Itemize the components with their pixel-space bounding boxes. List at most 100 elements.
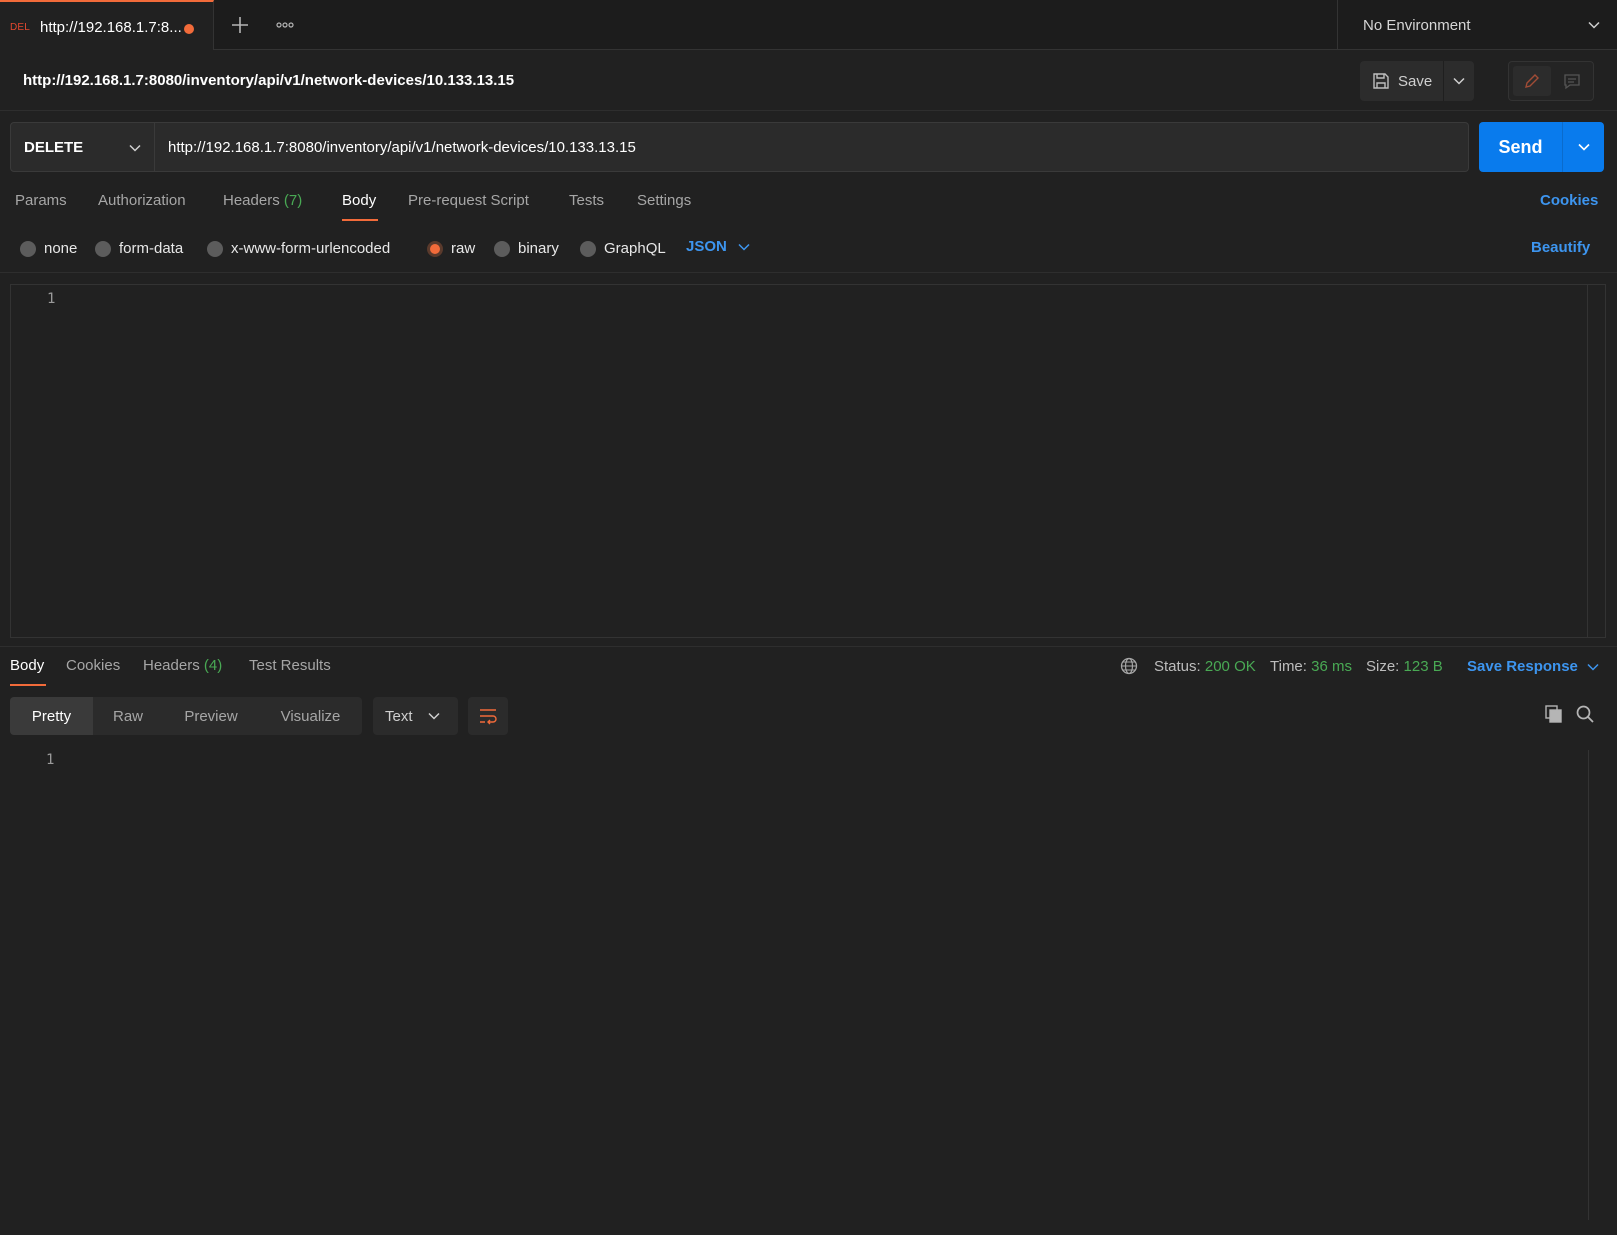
- radio-urlencoded[interactable]: x-www-form-urlencoded: [207, 240, 390, 257]
- cookies-link[interactable]: Cookies: [1540, 192, 1598, 209]
- time-label: Time:: [1270, 658, 1307, 675]
- size-value: 123 B: [1403, 658, 1443, 675]
- radio-label: x-www-form-urlencoded: [231, 240, 391, 257]
- divider: [0, 272, 1617, 273]
- tab-strip: DEL http://192.168.1.7:8... No Environme…: [0, 0, 1617, 50]
- send-button[interactable]: Send: [1479, 122, 1563, 172]
- radio-none[interactable]: none: [20, 240, 77, 257]
- radio-indicator-checked: [427, 240, 443, 257]
- response-format-select[interactable]: Text: [373, 697, 458, 735]
- tab-tests[interactable]: Tests: [569, 192, 604, 209]
- request-body-editor[interactable]: 1: [10, 284, 1606, 638]
- save-label: Save: [1398, 72, 1433, 90]
- more-icon: [276, 22, 294, 28]
- chevron-down-icon: [738, 243, 750, 251]
- chevron-down-icon: [129, 144, 141, 152]
- radio-label: GraphQL: [604, 240, 666, 257]
- save-icon: [1373, 73, 1389, 89]
- comments-button[interactable]: [1553, 66, 1591, 96]
- view-raw-button[interactable]: Raw: [93, 697, 163, 735]
- tab-params[interactable]: Params: [15, 192, 67, 209]
- response-view-modes: Pretty Raw Preview Visualize: [10, 697, 362, 735]
- size-label: Size:: [1366, 658, 1400, 675]
- response-status: Status: 200 OK: [1154, 658, 1256, 675]
- wrap-lines-button[interactable]: [468, 697, 508, 735]
- body-format-select[interactable]: JSON: [686, 238, 751, 255]
- save-button-group: Save: [1360, 61, 1474, 101]
- plus-icon: [232, 17, 248, 33]
- tab-authorization[interactable]: Authorization: [98, 192, 186, 209]
- radio-label: none: [44, 240, 78, 257]
- radio-label: raw: [451, 240, 476, 257]
- tab-title: http://192.168.1.7:8...: [40, 19, 182, 36]
- line-number: 1: [46, 752, 55, 768]
- response-tab-body[interactable]: Body: [10, 657, 44, 674]
- radio-indicator: [20, 240, 36, 257]
- response-tab-headers[interactable]: Headers (4): [143, 657, 222, 674]
- beautify-button[interactable]: Beautify: [1531, 239, 1590, 256]
- edit-button[interactable]: [1513, 66, 1551, 96]
- headers-count: (7): [283, 192, 303, 209]
- status-label: Status:: [1154, 658, 1201, 675]
- tab-pre-request-script[interactable]: Pre-request Script: [408, 192, 529, 209]
- active-tab-indicator: [10, 684, 46, 686]
- tab-headers-label: Headers: [223, 192, 280, 209]
- response-scrollbar[interactable]: [1588, 750, 1606, 1220]
- response-tab-cookies[interactable]: Cookies: [66, 657, 120, 674]
- radio-graphql[interactable]: GraphQL: [580, 240, 666, 257]
- tab-headers[interactable]: Headers (7): [223, 192, 302, 209]
- radio-raw[interactable]: raw: [427, 240, 475, 257]
- save-response-label: Save Response: [1467, 658, 1578, 675]
- method-select[interactable]: DELETE: [10, 122, 155, 172]
- status-value: 200 OK: [1204, 658, 1256, 675]
- radio-label: binary: [518, 240, 559, 257]
- view-preview-button[interactable]: Preview: [163, 697, 259, 735]
- tab-method-badge: DEL: [10, 22, 31, 33]
- chevron-down-icon: [1453, 77, 1465, 85]
- body-format-label: JSON: [686, 238, 727, 255]
- save-button[interactable]: Save: [1360, 61, 1444, 101]
- save-response-button[interactable]: Save Response: [1467, 658, 1600, 675]
- response-time: Time: 36 ms: [1270, 658, 1352, 675]
- chevron-down-icon: [1588, 21, 1600, 29]
- wrap-lines-icon: [480, 709, 497, 725]
- response-body-viewer[interactable]: [10, 745, 1588, 1220]
- environment-label: No Environment: [1363, 17, 1471, 34]
- tab-options-button[interactable]: [274, 14, 296, 36]
- response-size: Size: 123 B: [1366, 658, 1443, 675]
- copy-icon[interactable]: [1544, 704, 1564, 724]
- tab-settings[interactable]: Settings: [637, 192, 691, 209]
- pencil-icon: [1525, 74, 1539, 88]
- environment-select[interactable]: No Environment: [1337, 0, 1617, 50]
- active-tab-indicator: [342, 219, 378, 221]
- response-tab-test-results[interactable]: Test Results: [249, 657, 331, 674]
- view-visualize-button[interactable]: Visualize: [259, 697, 362, 735]
- chevron-down-icon: [427, 712, 440, 720]
- radio-form-data[interactable]: form-data: [95, 240, 183, 257]
- new-tab-button[interactable]: [229, 14, 251, 36]
- radio-indicator: [494, 240, 510, 257]
- send-options-button[interactable]: [1563, 122, 1604, 172]
- view-pretty-button[interactable]: Pretty: [10, 697, 93, 735]
- url-input[interactable]: http://192.168.1.7:8080/inventory/api/v1…: [155, 122, 1469, 172]
- save-options-button[interactable]: [1444, 61, 1474, 101]
- chevron-down-icon: [1577, 143, 1590, 151]
- response-format-label: Text: [385, 707, 413, 725]
- request-name[interactable]: http://192.168.1.7:8080/inventory/api/v1…: [23, 72, 514, 89]
- divider: [0, 110, 1617, 111]
- tab-body[interactable]: Body: [342, 192, 376, 209]
- globe-icon[interactable]: [1120, 657, 1138, 675]
- search-icon[interactable]: [1575, 704, 1595, 724]
- radio-indicator: [580, 240, 596, 257]
- radio-indicator: [95, 240, 111, 257]
- send-button-group: Send: [1479, 122, 1604, 172]
- radio-label: form-data: [119, 240, 184, 257]
- response-headers-label: Headers: [143, 657, 200, 674]
- line-number: 1: [47, 291, 56, 307]
- request-tab[interactable]: DEL http://192.168.1.7:8...: [0, 0, 214, 50]
- editor-scrollbar[interactable]: [1587, 285, 1605, 637]
- method-label: DELETE: [24, 139, 84, 156]
- radio-binary[interactable]: binary: [494, 240, 559, 257]
- response-headers-count: (4): [203, 657, 223, 674]
- radio-indicator: [207, 240, 223, 257]
